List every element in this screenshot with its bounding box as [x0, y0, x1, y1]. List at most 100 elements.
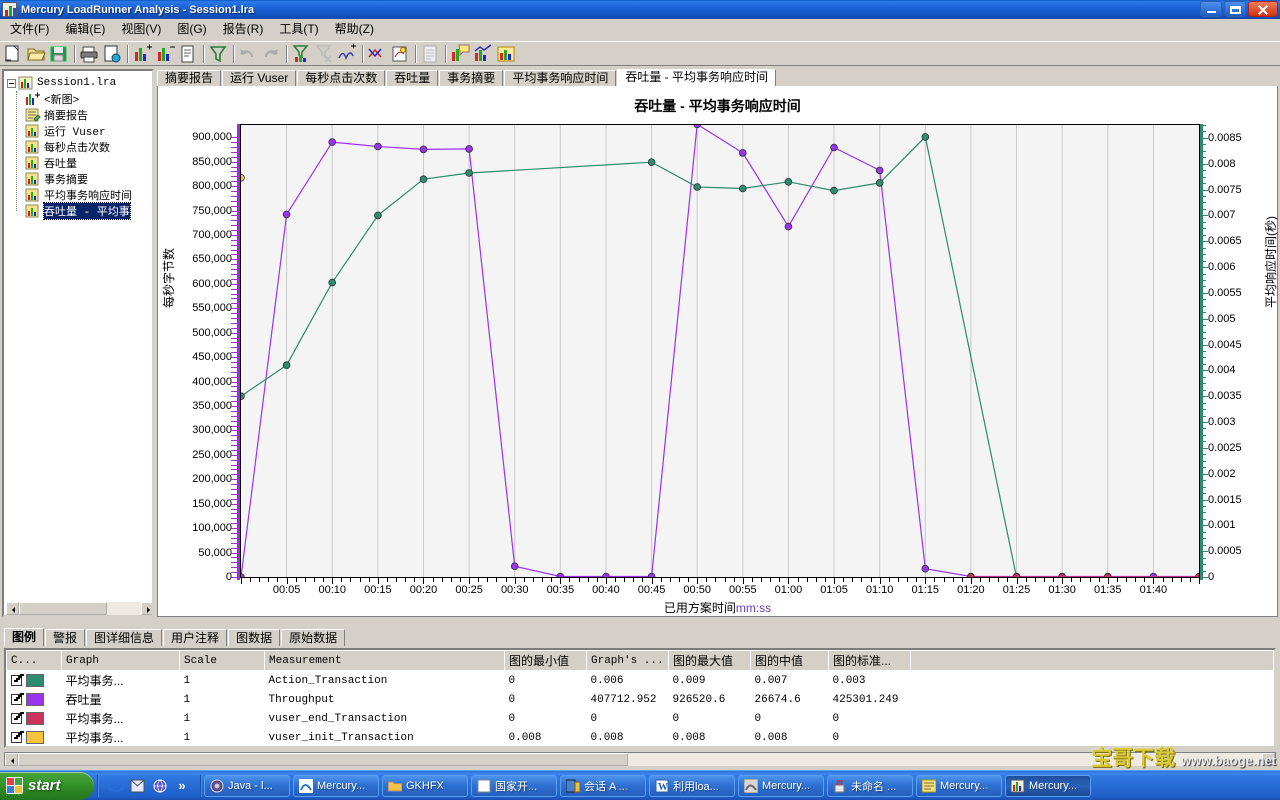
col-std[interactable]: 图的标准... [828, 650, 911, 671]
scroll-right-arrow-icon[interactable] [141, 602, 152, 615]
taskbar-button-5[interactable]: W 利用loa... [649, 774, 735, 797]
remove-graph-icon[interactable] [154, 43, 176, 65]
save-icon[interactable] [48, 43, 70, 65]
row-color-cell[interactable] [7, 728, 62, 746]
menu-report[interactable]: 报告(R) [215, 18, 272, 39]
network-icon[interactable] [152, 778, 168, 794]
add-graph-icon[interactable] [131, 43, 153, 65]
sidebar-item-avg-transaction-response-time[interactable]: 平均事务响应时间 [19, 187, 150, 203]
taskbar-button-7[interactable]: 未命名 ... [827, 774, 913, 797]
row-color-cell[interactable] [7, 671, 62, 691]
row-max: 0.008 [672, 731, 706, 744]
tab-hits-per-second[interactable]: 每秒点击次数 [297, 70, 386, 86]
auto-correlate-icon[interactable] [336, 43, 358, 65]
tab-throughput-vs-response-time[interactable]: 吞吐量 - 平均事务响应时间 [617, 69, 776, 86]
tab-avg-transaction-response-time[interactable]: 平均事务响应时间 [504, 70, 617, 86]
sidebar-item-hits-per-second[interactable]: 每秒点击次数 [19, 139, 150, 155]
ie-icon[interactable]: e [108, 778, 124, 794]
y-right-minor-tick [1203, 189, 1206, 191]
table-row[interactable]: 吞吐量 1 Throughput 0 407712.952 926520.6 26674.6… [7, 690, 1274, 709]
col-median[interactable]: 图的中值 [750, 650, 829, 671]
legend-tab-alerts[interactable]: 警报 [45, 629, 86, 646]
sidebar-item-summary-report[interactable]: 摘要报告 [19, 107, 150, 123]
taskbar-button-1[interactable]: Mercury... [293, 774, 379, 797]
menu-tools[interactable]: 工具(T) [271, 18, 326, 39]
new-report-icon[interactable] [495, 43, 517, 65]
set-filter-icon[interactable] [290, 43, 312, 65]
filter-icon[interactable] [207, 43, 229, 65]
sidebar-horizontal-scrollbar[interactable] [6, 601, 152, 615]
new-icon[interactable] [2, 43, 24, 65]
sidebar-item-new-graph[interactable]: <新图> [19, 91, 150, 107]
open-icon[interactable] [25, 43, 47, 65]
col-max[interactable]: 图的最大值 [668, 650, 751, 671]
legend-tab-legend[interactable]: 图例 [4, 628, 45, 646]
print-icon[interactable] [78, 43, 100, 65]
scroll-left-arrow-icon[interactable] [5, 752, 18, 766]
comment-icon[interactable] [449, 43, 471, 65]
scrollbar-thumb[interactable] [19, 602, 107, 615]
table-row[interactable]: 平均事务... 1 vuser_init_Transaction 0.008 0.008… [7, 728, 1274, 746]
sidebar-item-throughput-vs-response-time[interactable]: 吞吐量 - 平均事 [19, 202, 150, 220]
plot-area[interactable] [237, 120, 1203, 581]
tab-throughput[interactable]: 吞吐量 [386, 70, 439, 86]
sidebar-item-running-vusers[interactable]: 运行 Vuser [19, 123, 150, 139]
taskbar-button-9[interactable]: Mercury... [1005, 774, 1091, 797]
menu-view[interactable]: 视图(V) [113, 18, 169, 39]
outlook-icon[interactable] [130, 778, 146, 794]
row-color-cell[interactable] [7, 709, 62, 728]
col-graph[interactable]: Graph [61, 650, 180, 671]
legend-table-wrapper[interactable]: C... Graph Scale Measurement 图的最小值 Graph… [4, 648, 1276, 748]
row-checkbox[interactable] [10, 674, 22, 686]
taskbar-button-4[interactable]: 会话 A ... [560, 774, 646, 797]
table-row[interactable]: 平均事务... 1 vuser_end_Transaction 0 0 0 0 0 [7, 709, 1274, 728]
expand-collapse-icon[interactable] [7, 78, 16, 88]
sidebar-item-throughput[interactable]: 吞吐量 [19, 155, 150, 171]
scrollbar-track[interactable] [628, 752, 1262, 766]
col-average[interactable]: Graph's ... [586, 650, 669, 671]
menu-file[interactable]: 文件(F) [2, 18, 57, 39]
taskbar-button-8[interactable]: Mercury... [916, 774, 1002, 797]
graph-properties-icon[interactable] [177, 43, 199, 65]
session-tree-panel[interactable]: Session1.lra <新图> 摘要报告 运行 Vuser 每秒点击次数 吞… [2, 69, 154, 617]
row-checkbox[interactable] [10, 693, 22, 705]
legend-horizontal-scrollbar[interactable] [4, 752, 1276, 766]
menu-edit[interactable]: 编辑(E) [57, 18, 113, 39]
legend-tab-raw-data[interactable]: 原始数据 [281, 629, 346, 646]
maximize-button[interactable] [1224, 1, 1246, 17]
taskbar-button-3[interactable]: 国家开... [471, 774, 557, 797]
menu-help[interactable]: 帮助(Z) [327, 18, 382, 39]
taskbar-button-0[interactable]: Java - l... [204, 774, 290, 797]
scroll-right-arrow-icon[interactable] [1262, 752, 1275, 766]
col-min[interactable]: 图的最小值 [504, 650, 587, 671]
row-checkbox[interactable] [10, 731, 22, 743]
taskbar-button-2[interactable]: GKHFX [382, 774, 468, 797]
legend-tab-graph-data[interactable]: 图数据 [228, 629, 281, 646]
close-button[interactable] [1248, 1, 1278, 17]
scroll-left-arrow-icon[interactable] [6, 602, 19, 615]
scrollbar-track[interactable] [107, 602, 141, 615]
tab-summary-report[interactable]: 摘要报告 [157, 70, 222, 86]
more-chevron-icon[interactable]: » [174, 778, 190, 794]
sidebar-item-transaction-summary[interactable]: 事务摘要 [19, 171, 150, 187]
row-color-cell[interactable] [7, 690, 62, 709]
legend-tab-graph-details[interactable]: 图详细信息 [86, 629, 163, 646]
col-color[interactable]: C... [6, 650, 62, 671]
start-button[interactable]: start [0, 771, 94, 800]
tab-running-vusers[interactable]: 运行 Vuser [222, 70, 297, 86]
analyze-icon[interactable] [389, 43, 411, 65]
merge-graphs-icon[interactable] [366, 43, 388, 65]
minimize-button[interactable] [1200, 1, 1222, 17]
taskbar-button-6[interactable]: Mercury... [738, 774, 824, 797]
col-scale[interactable]: Scale [179, 650, 265, 671]
legend-tab-user-notes[interactable]: 用户注释 [163, 629, 228, 646]
menu-graph[interactable]: 图(G) [169, 18, 214, 39]
tree-root-session[interactable]: Session1.lra [7, 75, 150, 91]
crystal-report-icon[interactable] [472, 43, 494, 65]
col-measurement[interactable]: Measurement [264, 650, 505, 671]
tab-transaction-summary[interactable]: 事务摘要 [439, 70, 504, 86]
row-checkbox[interactable] [10, 712, 22, 724]
table-row[interactable]: 平均事务... 1 Action_Transaction 0 0.006 0.009 0.0… [7, 671, 1274, 691]
scrollbar-thumb[interactable] [18, 752, 628, 766]
print-preview-icon[interactable] [101, 43, 123, 65]
